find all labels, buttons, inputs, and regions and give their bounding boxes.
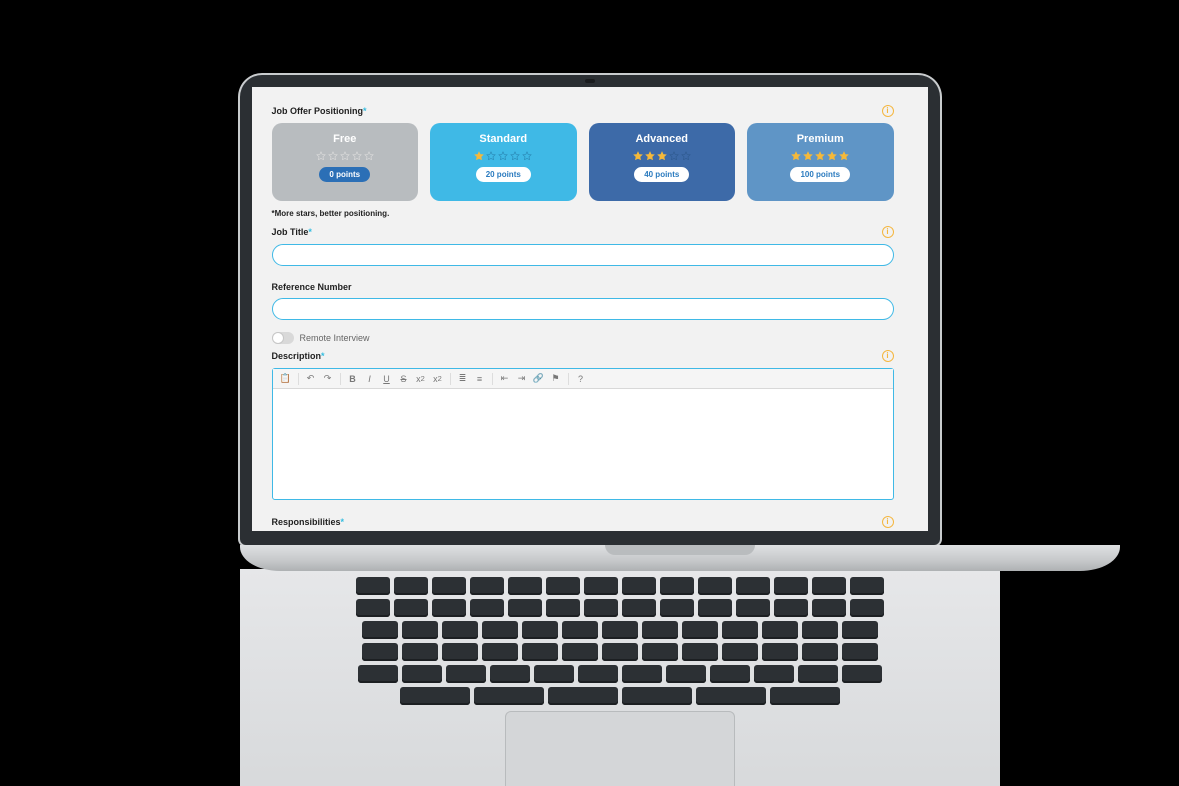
required-marker: * — [341, 517, 345, 527]
positioning-label: Job Offer Positioning — [272, 106, 364, 116]
undo-icon[interactable]: ↶ — [304, 372, 318, 386]
job-title-input[interactable] — [272, 244, 894, 266]
remote-interview-label: Remote Interview — [300, 333, 370, 343]
star-empty-icon — [486, 151, 496, 161]
tier-card-standard[interactable]: Standard 20 points — [430, 123, 577, 201]
subscript-button[interactable]: x2 — [414, 372, 428, 386]
description-textarea[interactable] — [273, 389, 893, 499]
strike-button[interactable]: S — [397, 372, 411, 386]
description-label: Description — [272, 351, 322, 361]
tier-name: Premium — [797, 133, 844, 145]
star-empty-icon — [522, 151, 532, 161]
star-filled-icon — [645, 151, 655, 161]
job-title-label: Job Title — [272, 227, 309, 237]
star-empty-icon — [498, 151, 508, 161]
star-filled-icon — [657, 151, 667, 161]
tier-points-pill: 40 points — [634, 167, 689, 182]
trackpad — [505, 711, 735, 786]
tier-card-free[interactable]: Free 0 points — [272, 123, 419, 201]
required-marker: * — [363, 106, 367, 116]
list-ol-icon[interactable]: ≣ — [456, 372, 470, 386]
tier-card-premium[interactable]: Premium 100 points — [747, 123, 894, 201]
star-empty-icon — [681, 151, 691, 161]
star-filled-icon — [633, 151, 643, 161]
superscript-button[interactable]: x2 — [431, 372, 445, 386]
tier-name: Free — [333, 133, 356, 145]
list-ul-icon[interactable]: ≡ — [473, 372, 487, 386]
star-rating — [633, 151, 691, 161]
star-rating — [316, 151, 374, 161]
flag-icon[interactable]: ⚑ — [549, 372, 563, 386]
star-filled-icon — [839, 151, 849, 161]
info-icon[interactable]: i — [882, 350, 894, 362]
star-empty-icon — [669, 151, 679, 161]
tier-points-pill: 0 points — [319, 167, 370, 182]
star-empty-icon — [340, 151, 350, 161]
paste-icon[interactable]: 📋 — [279, 372, 293, 386]
description-editor: 📋 ↶ ↷ B I U S x2 x2 ≣ — [272, 368, 894, 500]
tier-name: Advanced — [635, 133, 688, 145]
responsibilities-label: Responsibilities — [272, 517, 341, 527]
positioning-hint: *More stars, better positioning. — [272, 209, 894, 218]
underline-button[interactable]: U — [380, 372, 394, 386]
remote-interview-toggle[interactable] — [272, 332, 294, 344]
bold-button[interactable]: B — [346, 372, 360, 386]
tier-points-pill: 100 points — [790, 167, 850, 182]
tier-name: Standard — [479, 133, 527, 145]
info-icon[interactable]: i — [882, 516, 894, 528]
job-form: Job Offer Positioning* i Free0 pointsSta… — [252, 87, 928, 531]
star-filled-icon — [827, 151, 837, 161]
editor-toolbar: 📋 ↶ ↷ B I U S x2 x2 ≣ — [273, 369, 893, 389]
required-marker: * — [308, 227, 312, 237]
reference-number-input[interactable] — [272, 298, 894, 320]
info-icon[interactable]: i — [882, 226, 894, 238]
star-empty-icon — [510, 151, 520, 161]
redo-icon[interactable]: ↷ — [321, 372, 335, 386]
star-filled-icon — [803, 151, 813, 161]
tier-points-pill: 20 points — [476, 167, 531, 182]
star-empty-icon — [364, 151, 374, 161]
outdent-icon[interactable]: ⇤ — [498, 372, 512, 386]
info-icon[interactable]: i — [882, 105, 894, 117]
star-filled-icon — [791, 151, 801, 161]
star-rating — [791, 151, 849, 161]
link-icon[interactable]: 🔗 — [532, 372, 546, 386]
tier-cards: Free 0 points Standard 20 points Advanced 40 … — [272, 123, 894, 201]
required-marker: * — [321, 351, 325, 361]
star-filled-icon — [474, 151, 484, 161]
reference-label: Reference Number — [272, 282, 352, 292]
star-empty-icon — [352, 151, 362, 161]
italic-button[interactable]: I — [363, 372, 377, 386]
indent-icon[interactable]: ⇥ — [515, 372, 529, 386]
help-icon[interactable]: ? — [574, 372, 588, 386]
star-empty-icon — [316, 151, 326, 161]
star-empty-icon — [328, 151, 338, 161]
star-filled-icon — [815, 151, 825, 161]
star-rating — [474, 151, 532, 161]
tier-card-advanced[interactable]: Advanced 40 points — [589, 123, 736, 201]
